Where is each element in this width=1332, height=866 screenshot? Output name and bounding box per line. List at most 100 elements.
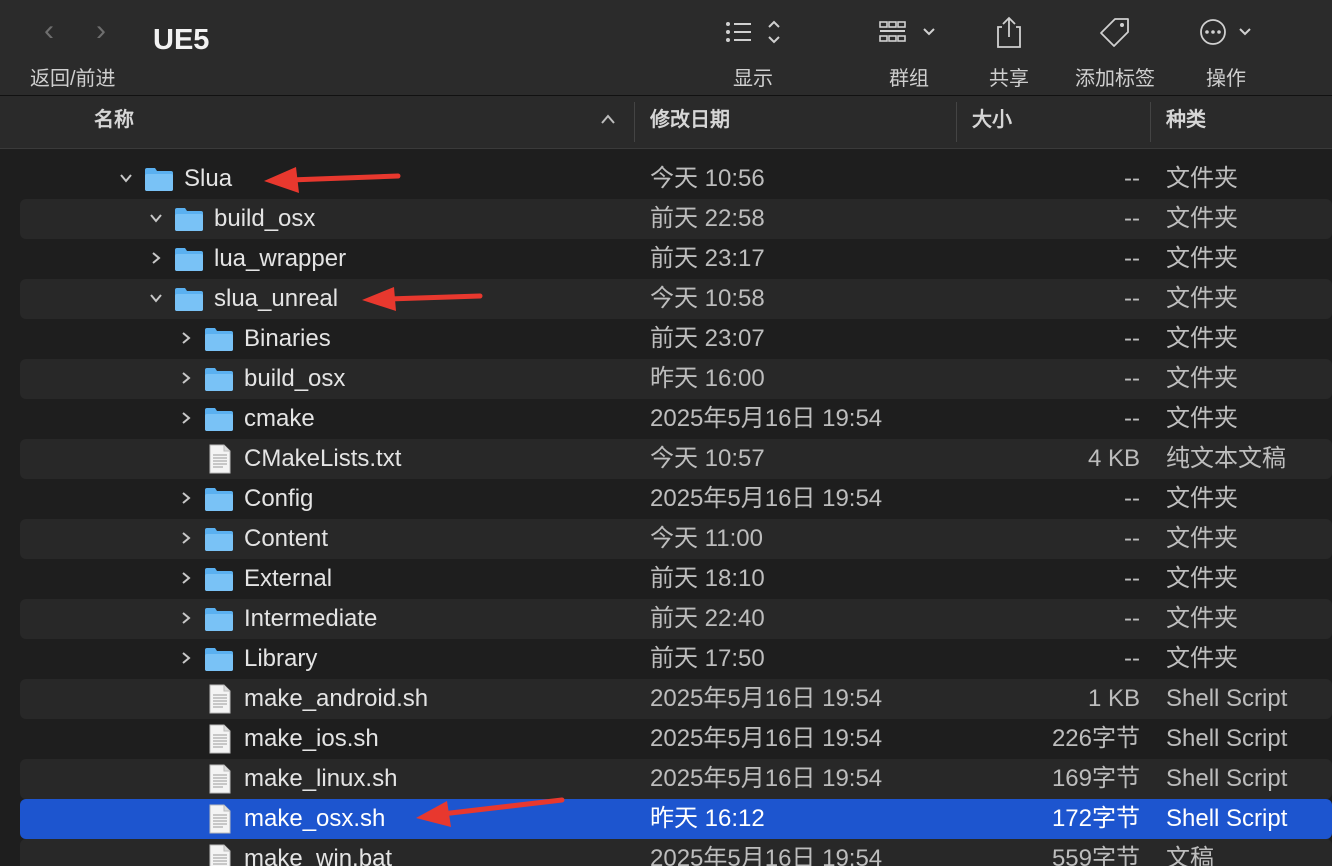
group-button[interactable]: 群组 [876,12,942,91]
document-icon [208,684,238,714]
file-kind: 文件夹 [1166,285,1238,312]
table-row[interactable]: CMakeLists.txt 今天 10:57 4 KB 纯文本文稿 [20,439,1332,479]
table-row[interactable]: slua_unreal 今天 10:58 -- 文件夹 [20,279,1332,319]
file-size: -- [1124,405,1140,432]
file-kind: 文稿 [1166,845,1214,866]
chevron-down-icon[interactable] [146,199,166,239]
table-row[interactable]: External 前天 18:10 -- 文件夹 [20,559,1332,599]
column-separator[interactable] [1150,102,1151,142]
tag-icon [1070,12,1160,52]
modified-date: 今天 10:56 [650,165,765,192]
table-row[interactable]: build_osx 昨天 16:00 -- 文件夹 [20,359,1332,399]
modified-date: 2025年5月16日 19:54 [650,765,883,792]
modified-date: 2025年5月16日 19:54 [650,485,883,512]
file-name: lua_wrapper [214,245,347,272]
group-icon [876,12,942,52]
sort-ascending-icon[interactable] [600,112,616,130]
file-name: External [244,565,333,592]
table-row[interactable]: Config 2025年5月16日 19:54 -- 文件夹 [20,479,1332,519]
table-row[interactable]: build_osx 前天 22:58 -- 文件夹 [20,199,1332,239]
file-size: 559字节 [1051,845,1140,866]
chevron-right-icon[interactable] [176,359,196,399]
file-kind: 纯文本文稿 [1166,445,1286,472]
table-row[interactable]: Content 今天 11:00 -- 文件夹 [20,519,1332,559]
file-name: build_osx [214,205,316,232]
table-row[interactable]: Slua 今天 10:56 -- 文件夹 [20,159,1332,199]
chevron-down-icon[interactable] [116,159,136,199]
file-size: 172字节 [1051,805,1140,832]
document-icon [208,444,238,474]
column-separator[interactable] [956,102,957,142]
file-name: make_linux.sh [244,765,398,792]
file-size: 169字节 [1051,765,1140,792]
file-kind: 文件夹 [1166,245,1238,272]
table-row[interactable]: lua_wrapper 前天 23:17 -- 文件夹 [20,239,1332,279]
chevron-right-icon[interactable] [176,519,196,559]
file-name: Slua [184,165,233,192]
forward-icon[interactable]: › [96,16,106,46]
folder-icon [174,286,204,312]
table-row[interactable]: make_osx.sh 昨天 16:12 172字节 Shell Script [20,799,1332,839]
window-title: UE5 [153,24,210,56]
chevron-right-icon[interactable] [176,639,196,679]
group-label: 群组 [889,68,929,90]
back-icon[interactable]: ‹ [44,16,54,46]
table-row[interactable]: make_ios.sh 2025年5月16日 19:54 226字节 Shell Sc… [20,719,1332,759]
file-size: 1 KB [1087,685,1140,712]
file-name: slua_unreal [214,285,339,312]
file-size: -- [1124,165,1140,192]
action-button[interactable]: 操作 [1198,12,1254,91]
table-row[interactable]: Binaries 前天 23:07 -- 文件夹 [20,319,1332,359]
chevron-right-icon[interactable] [176,479,196,519]
folder-icon [204,366,234,392]
modified-date: 前天 23:07 [650,325,765,352]
modified-date: 2025年5月16日 19:54 [650,845,883,866]
chevron-right-icon[interactable] [176,319,196,359]
file-name: Config [244,485,314,512]
file-size: -- [1124,365,1140,392]
chevron-right-icon[interactable] [176,559,196,599]
file-size: -- [1124,325,1140,352]
table-row[interactable]: make_win.bat 2025年5月16日 19:54 559字节 文稿 [20,839,1332,866]
file-size: -- [1124,485,1140,512]
file-name: CMakeLists.txt [244,445,402,472]
table-row[interactable]: make_android.sh 2025年5月16日 19:54 1 KB Shell… [20,679,1332,719]
add-tag-button[interactable]: 添加标签 [1070,12,1160,91]
file-kind: 文件夹 [1166,405,1238,432]
view-button[interactable]: 显示 [722,12,784,91]
modified-date: 今天 10:57 [650,445,765,472]
table-row[interactable]: make_linux.sh 2025年5月16日 19:54 169字节 Shell … [20,759,1332,799]
more-icon [1198,12,1254,52]
share-button[interactable]: 共享 [986,12,1032,91]
table-row[interactable]: Library 前天 17:50 -- 文件夹 [20,639,1332,679]
back-forward-label: 返回/前进 [30,68,116,90]
file-size: -- [1124,285,1140,312]
folder-icon [204,326,234,352]
folder-icon [204,486,234,512]
share-label: 共享 [989,68,1029,90]
folder-icon [204,606,234,632]
file-kind: Shell Script [1166,805,1288,832]
chevron-right-icon[interactable] [176,599,196,639]
modified-date: 前天 22:58 [650,205,765,232]
file-kind: 文件夹 [1166,325,1238,352]
file-name: make_android.sh [244,685,429,712]
table-row[interactable]: cmake 2025年5月16日 19:54 -- 文件夹 [20,399,1332,439]
file-name: Intermediate [244,605,378,632]
file-kind: Shell Script [1166,725,1288,752]
file-kind: 文件夹 [1166,205,1238,232]
chevron-down-icon[interactable] [146,279,166,319]
chevron-right-icon[interactable] [176,399,196,439]
modified-date: 昨天 16:00 [650,365,765,392]
file-size: -- [1124,245,1140,272]
column-separator[interactable] [634,102,635,142]
modified-date: 前天 22:40 [650,605,765,632]
file-size: 4 KB [1087,445,1140,472]
table-row[interactable] [20,138,1332,159]
folder-icon [204,566,234,592]
folder-icon [174,246,204,272]
modified-date: 今天 11:00 [650,525,763,552]
file-size: -- [1124,565,1140,592]
table-row[interactable]: Intermediate 前天 22:40 -- 文件夹 [20,599,1332,639]
chevron-right-icon[interactable] [146,239,166,279]
